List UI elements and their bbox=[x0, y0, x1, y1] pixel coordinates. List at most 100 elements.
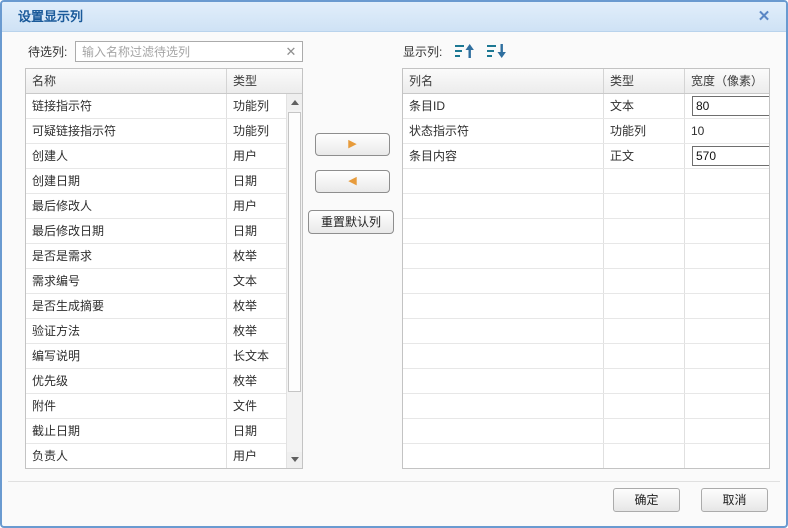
display-table-empty-row bbox=[403, 194, 769, 219]
row-name-cell: 附件 bbox=[26, 394, 227, 418]
available-table-row[interactable]: 截止日期日期 bbox=[26, 419, 286, 444]
available-table-row[interactable]: 附件文件 bbox=[26, 394, 286, 419]
row-type-cell: 长文本 bbox=[227, 344, 286, 368]
row-column-name-cell: 条目内容 bbox=[403, 144, 604, 168]
row-column-name-cell bbox=[403, 419, 604, 443]
row-column-name-cell bbox=[403, 219, 604, 243]
display-table-empty-row bbox=[403, 244, 769, 269]
row-column-name-cell bbox=[403, 244, 604, 268]
available-table-row[interactable]: 是否是需求枚举 bbox=[26, 244, 286, 269]
available-table-row[interactable]: 最后修改人用户 bbox=[26, 194, 286, 219]
row-type-cell: 文本 bbox=[227, 269, 286, 293]
available-table-row[interactable]: 最后修改日期日期 bbox=[26, 219, 286, 244]
row-type-cell bbox=[604, 219, 685, 243]
row-width-cell: 10 bbox=[685, 119, 769, 143]
row-type-cell bbox=[604, 419, 685, 443]
available-table-row[interactable]: 编写说明长文本 bbox=[26, 344, 286, 369]
row-width-cell bbox=[685, 294, 769, 318]
move-to-top-button[interactable] bbox=[454, 41, 476, 61]
available-table-row[interactable]: 可疑链接指示符功能列 bbox=[26, 119, 286, 144]
row-type-cell bbox=[604, 244, 685, 268]
row-column-name-cell bbox=[403, 194, 604, 218]
row-type-cell: 用户 bbox=[227, 444, 286, 468]
move-to-top-icon bbox=[454, 41, 476, 61]
row-type-cell: 用户 bbox=[227, 194, 286, 218]
row-width-cell bbox=[685, 94, 769, 118]
display-table-empty-row bbox=[403, 344, 769, 369]
row-name-cell: 可疑链接指示符 bbox=[26, 119, 227, 143]
scroll-up-button[interactable] bbox=[287, 94, 302, 110]
row-name-cell: 创建日期 bbox=[26, 169, 227, 193]
width-input[interactable] bbox=[692, 96, 769, 116]
available-table-row[interactable]: 验证方法枚举 bbox=[26, 319, 286, 344]
move-to-bottom-button[interactable] bbox=[486, 41, 508, 61]
row-width-cell bbox=[685, 369, 769, 393]
row-column-name-cell bbox=[403, 369, 604, 393]
close-icon[interactable]: ✕ bbox=[754, 6, 774, 28]
row-column-name-cell: 条目ID bbox=[403, 94, 604, 118]
move-left-button[interactable]: ◀ bbox=[315, 170, 390, 193]
available-table-row[interactable]: 优先级枚举 bbox=[26, 369, 286, 394]
row-name-cell: 负责人 bbox=[26, 444, 227, 468]
row-type-cell bbox=[604, 394, 685, 418]
row-type-cell bbox=[604, 294, 685, 318]
row-type-cell bbox=[604, 269, 685, 293]
available-table-row[interactable]: 链接指示符功能列 bbox=[26, 94, 286, 119]
move-right-button[interactable]: ▶ bbox=[315, 133, 390, 156]
available-list-body: 链接指示符功能列可疑链接指示符功能列创建人用户创建日期日期最后修改人用户最后修改… bbox=[26, 94, 286, 469]
row-type-cell: 文件 bbox=[227, 394, 286, 418]
display-table-row[interactable]: 条目ID文本 bbox=[403, 94, 769, 119]
scroll-down-button[interactable] bbox=[287, 452, 302, 468]
move-to-bottom-icon bbox=[486, 41, 508, 61]
row-type-cell: 枚举 bbox=[227, 294, 286, 318]
available-table-row[interactable]: 是否生成摘要枚举 bbox=[26, 294, 286, 319]
available-table-row[interactable]: 创建人用户 bbox=[26, 144, 286, 169]
display-table-empty-row bbox=[403, 169, 769, 194]
row-type-cell: 日期 bbox=[227, 419, 286, 443]
available-table-row[interactable]: 负责人用户 bbox=[26, 444, 286, 469]
row-column-name-cell bbox=[403, 394, 604, 418]
footer-divider bbox=[8, 481, 780, 482]
available-table-row[interactable]: 创建日期日期 bbox=[26, 169, 286, 194]
row-column-name-cell bbox=[403, 319, 604, 343]
row-column-name-cell bbox=[403, 444, 604, 468]
display-table-row[interactable]: 状态指示符功能列10 bbox=[403, 119, 769, 144]
display-list-body: 条目ID文本状态指示符功能列10条目内容正文 bbox=[403, 94, 769, 469]
row-type-cell bbox=[604, 344, 685, 368]
scrollbar-thumb[interactable] bbox=[288, 112, 301, 392]
scroll-down-icon bbox=[291, 457, 299, 462]
display-table-empty-row bbox=[403, 419, 769, 444]
display-table-row[interactable]: 条目内容正文 bbox=[403, 144, 769, 169]
row-type-cell bbox=[604, 194, 685, 218]
clear-filter-icon[interactable]: ✕ bbox=[282, 43, 300, 61]
available-table-row[interactable]: 需求编号文本 bbox=[26, 269, 286, 294]
row-width-cell bbox=[685, 144, 769, 168]
row-type-cell: 文本 bbox=[604, 94, 685, 118]
row-name-cell: 创建人 bbox=[26, 144, 227, 168]
row-name-cell: 链接指示符 bbox=[26, 94, 227, 118]
row-type-cell bbox=[604, 369, 685, 393]
row-name-cell: 验证方法 bbox=[26, 319, 227, 343]
row-column-name-cell bbox=[403, 344, 604, 368]
row-type-cell bbox=[604, 169, 685, 193]
display-columns-table: 列名 类型 宽度（像素） 条目ID文本状态指示符功能列10条目内容正文 bbox=[402, 68, 770, 469]
vertical-scrollbar[interactable] bbox=[286, 94, 302, 468]
row-name-cell: 截止日期 bbox=[26, 419, 227, 443]
row-type-cell: 枚举 bbox=[227, 319, 286, 343]
display-table-empty-row bbox=[403, 294, 769, 319]
display-table-empty-row bbox=[403, 394, 769, 419]
reset-default-columns-button[interactable]: 重置默认列 bbox=[308, 210, 394, 234]
row-type-cell: 枚举 bbox=[227, 244, 286, 268]
row-width-cell bbox=[685, 394, 769, 418]
dialog-title: 设置显示列 bbox=[18, 2, 83, 32]
row-type-cell: 正文 bbox=[604, 144, 685, 168]
available-table-header: 名称 类型 bbox=[26, 69, 302, 94]
ok-button[interactable]: 确定 bbox=[613, 488, 680, 512]
available-columns-label: 待选列: bbox=[28, 42, 67, 62]
cancel-button[interactable]: 取消 bbox=[701, 488, 768, 512]
width-input[interactable] bbox=[692, 146, 769, 166]
header-width: 宽度（像素） bbox=[685, 69, 769, 93]
header-column-name: 列名 bbox=[403, 69, 604, 93]
row-type-cell: 用户 bbox=[227, 144, 286, 168]
filter-input[interactable] bbox=[75, 41, 303, 62]
